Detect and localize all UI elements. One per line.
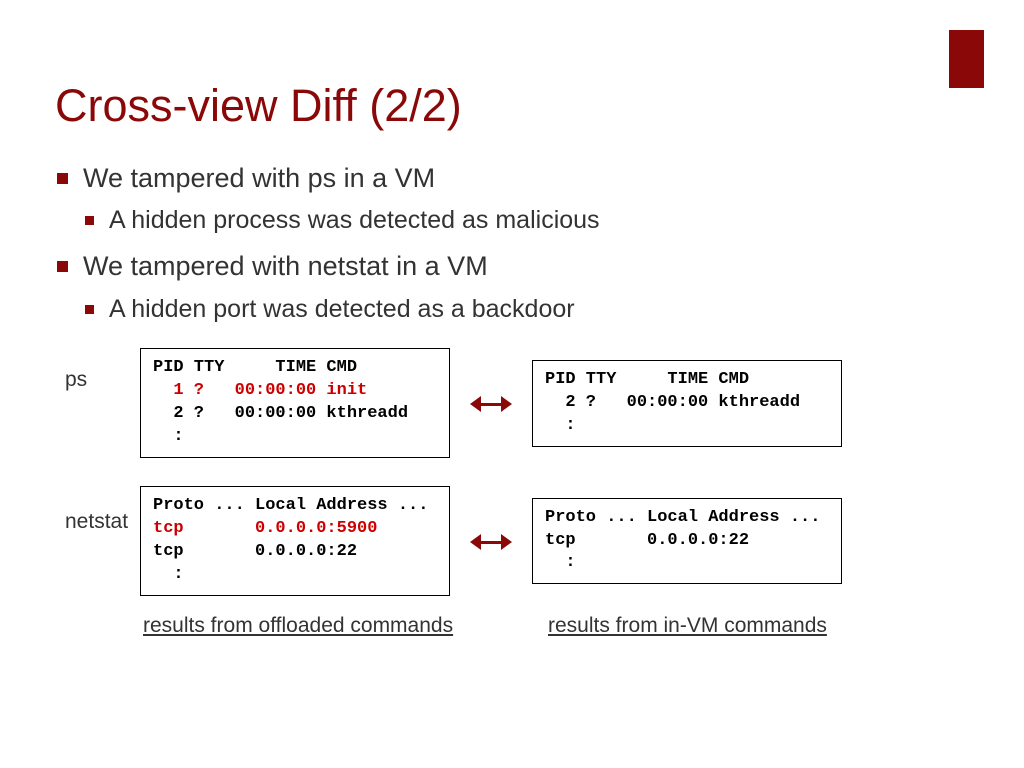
ps-left-line2: 2 ? 00:00:00 kthreadd (153, 404, 408, 423)
ps-right-line2: : (545, 416, 576, 435)
net-left-header: Proto ... Local Address ... (153, 496, 428, 515)
ps-label: ps (55, 348, 140, 392)
subbullets-2: A hidden port was detected as a backdoor (83, 293, 974, 327)
ps-group: PID TTY TIME CMD 1 ? 00:00:00 init 2 ? 0… (140, 348, 842, 458)
net-right-header: Proto ... Local Address ... (545, 508, 820, 527)
ps-left-line3: : (153, 427, 184, 446)
slide: Cross-view Diff (2/2) We tampered with p… (0, 0, 1024, 638)
bullet-2: We tampered with netstat in a VM A hidde… (55, 248, 974, 326)
ps-right-header: PID TTY TIME CMD (545, 370, 749, 389)
bullet-2-text: We tampered with netstat in a VM (83, 251, 488, 281)
ps-row: ps PID TTY TIME CMD 1 ? 00:00:00 init 2 … (55, 348, 974, 458)
net-left-line1a: tcp (153, 519, 184, 538)
ps-left-header: PID TTY TIME CMD (153, 358, 357, 377)
net-right-line2: : (545, 553, 576, 572)
subbullet-2a: A hidden port was detected as a backdoor (83, 293, 974, 327)
slide-title: Cross-view Diff (2/2) (55, 80, 974, 132)
ps-left-box: PID TTY TIME CMD 1 ? 00:00:00 init 2 ? 0… (140, 348, 450, 458)
bullet-1-text: We tampered with ps in a VM (83, 163, 435, 193)
net-left-line3: : (153, 565, 184, 584)
netstat-left-box: Proto ... Local Address ... tcp 0.0.0.0:… (140, 486, 450, 596)
netstat-group: Proto ... Local Address ... tcp 0.0.0.0:… (140, 486, 842, 596)
netstat-row: netstat Proto ... Local Address ... tcp … (55, 486, 974, 596)
netstat-right-box: Proto ... Local Address ... tcp 0.0.0.0:… (532, 498, 842, 585)
subbullets-1: A hidden process was detected as malicio… (83, 204, 974, 238)
ps-left-line1: 1 ? 00:00:00 init (153, 381, 367, 400)
ps-right-box: PID TTY TIME CMD 2 ? 00:00:00 kthreadd : (532, 360, 842, 447)
netstat-label: netstat (55, 486, 140, 534)
captions-row: results from offloaded commands results … (143, 614, 974, 638)
caption-right: results from in-VM commands (548, 614, 827, 638)
double-arrow-icon (470, 388, 512, 418)
bullet-list: We tampered with ps in a VM A hidden pro… (55, 160, 974, 326)
subbullet-1a: A hidden process was detected as malicio… (83, 204, 974, 238)
bullet-1: We tampered with ps in a VM A hidden pro… (55, 160, 974, 238)
caption-left: results from offloaded commands (143, 614, 498, 638)
net-right-line1: tcp 0.0.0.0:22 (545, 531, 749, 550)
double-arrow-icon (470, 526, 512, 556)
net-left-line2: tcp 0.0.0.0:22 (153, 542, 357, 561)
ps-right-line1: 2 ? 00:00:00 kthreadd (545, 393, 800, 412)
accent-block (949, 30, 984, 88)
net-left-line1b: 0.0.0.0:5900 (184, 519, 378, 538)
